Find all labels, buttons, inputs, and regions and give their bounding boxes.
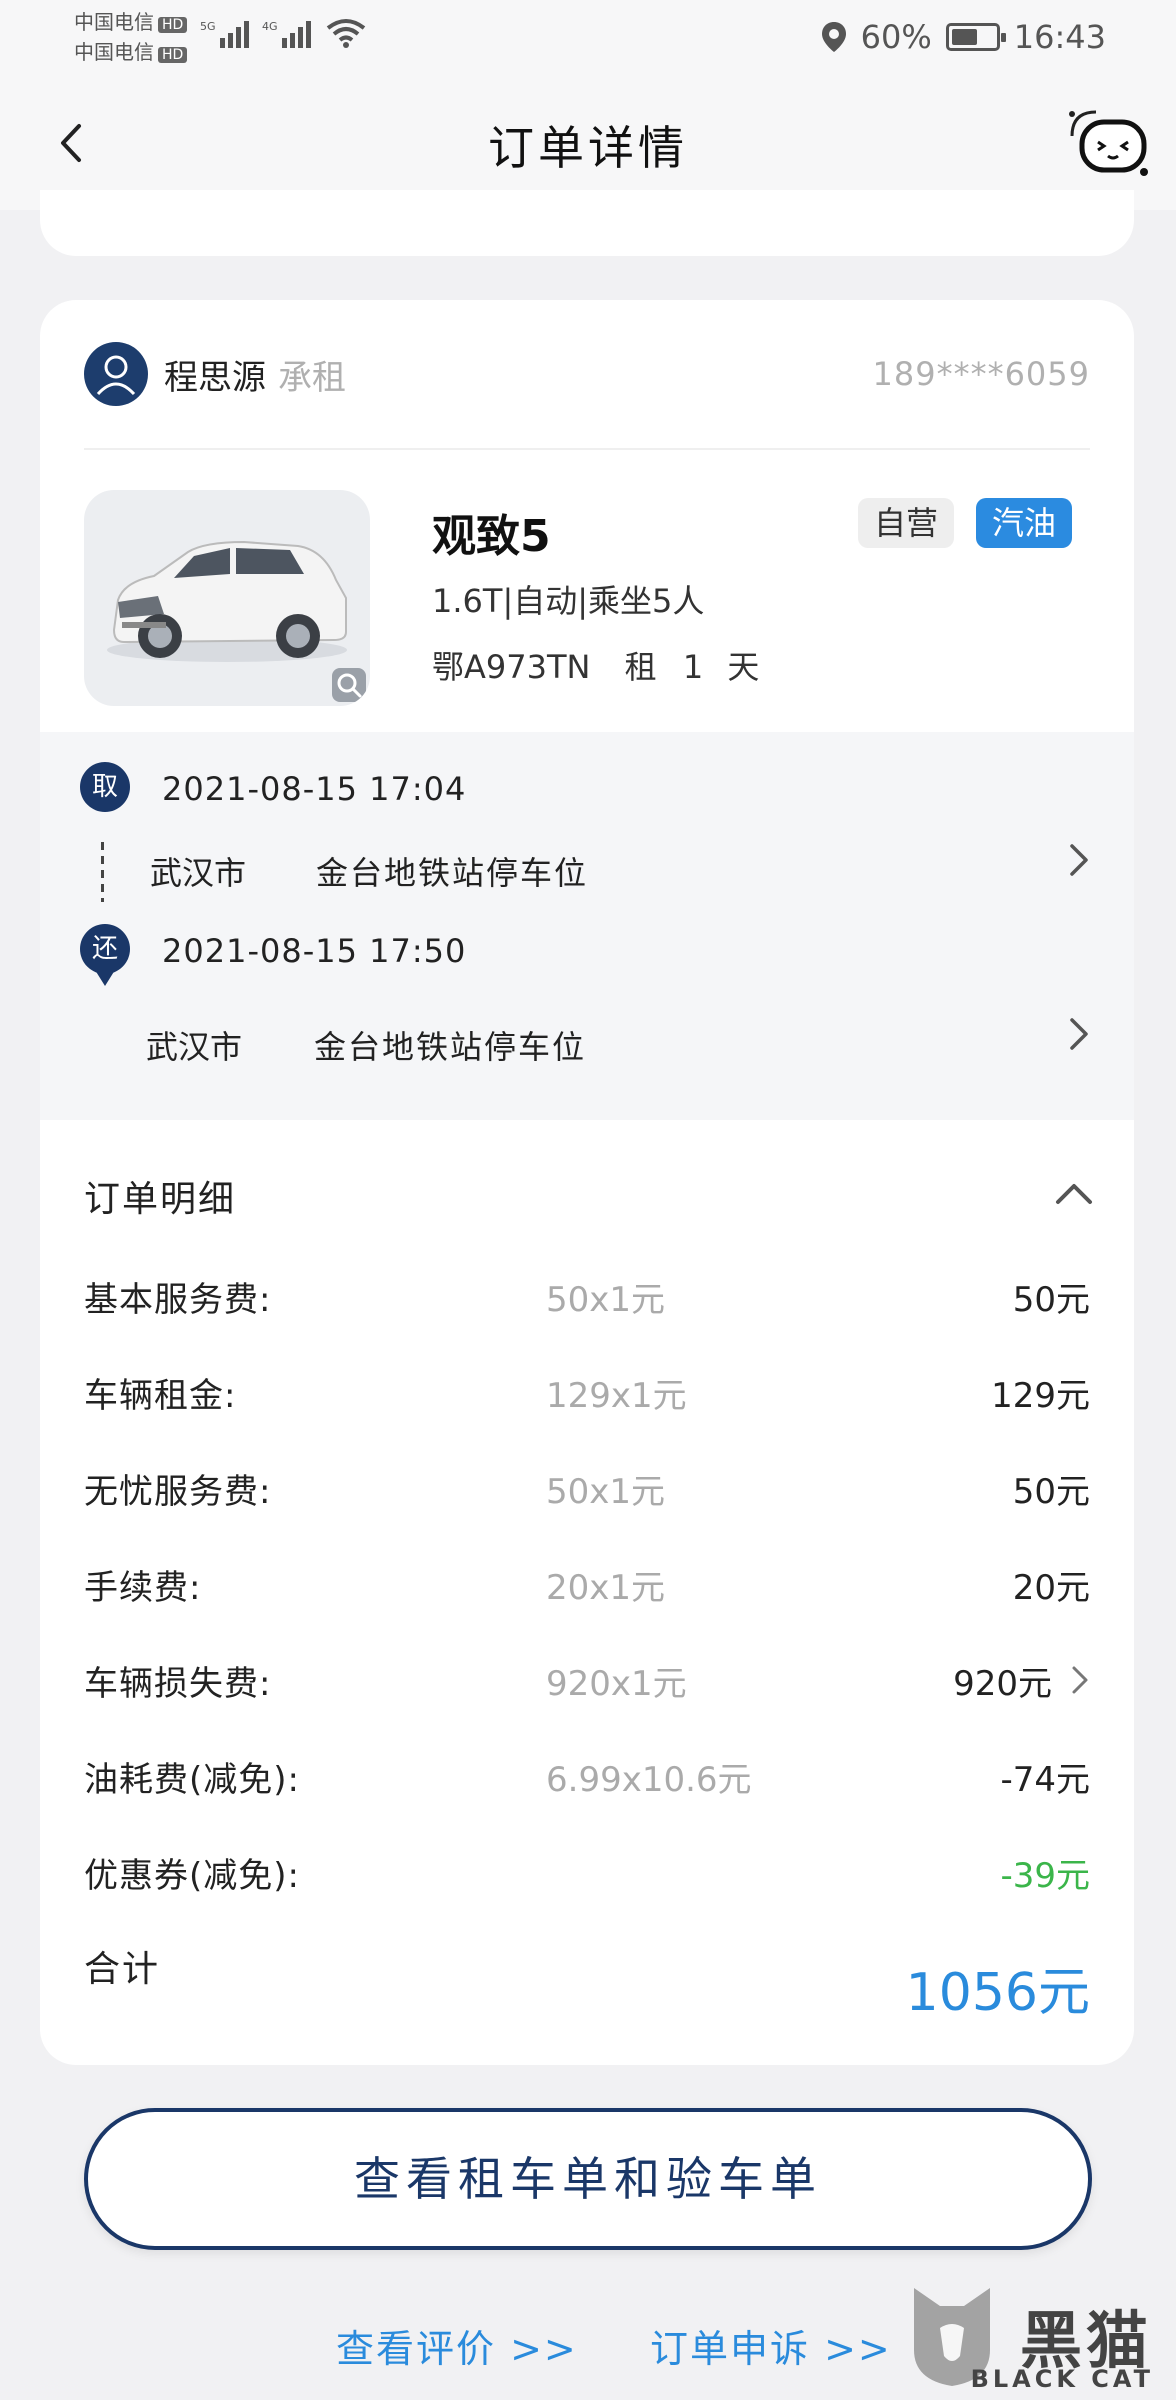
return-pin-tip: [95, 970, 115, 986]
view-rental-and-inspection-button[interactable]: 查看租车单和验车单: [84, 2108, 1092, 2250]
tag-self-operated: 自营: [858, 498, 955, 548]
total-label: 合计: [84, 1949, 161, 1990]
fee-amount: 50元: [1012, 1472, 1090, 1512]
user-icon: [96, 355, 136, 396]
fee-row: 车辆租金: 129x1元 129元: [84, 1368, 1090, 1418]
fee-row: 优惠券(减免): -39元: [84, 1848, 1090, 1898]
view-review-link[interactable]: 查看评价 >>: [336, 2318, 578, 2373]
status-bar: 中国电信 HD 中国电信 HD 5G 4G 60% 16:43: [0, 0, 1176, 80]
fee-label: 油耗费(减免):: [84, 1760, 300, 1800]
fee-formula: 6.99x10.6元: [546, 1760, 752, 1800]
chevron-right-icon[interactable]: [1070, 1664, 1090, 1696]
renter-row: 程思源 承租 189****6059: [84, 342, 1090, 406]
return-badge: 还: [80, 924, 130, 974]
fee-label: 车辆租金:: [84, 1376, 237, 1416]
hd-badge-2: HD: [158, 47, 188, 63]
carrier-2: 中国电信 HD: [74, 36, 188, 65]
total-amount: 1056元: [905, 1963, 1090, 2023]
fee-amount: 50元: [1012, 1280, 1090, 1320]
renter-name: 程思源: [164, 357, 266, 398]
carrier-2-label: 中国电信: [74, 40, 154, 64]
fee-amount: -39元: [1000, 1856, 1090, 1896]
pickup-time: 2021-08-15 17:04: [162, 770, 467, 808]
car-spec: 1.6T|自动|乘坐5人: [432, 582, 705, 620]
fee-row: 手续费: 20x1元 20元: [84, 1560, 1090, 1610]
pickup-place: 金台地铁站停车位: [316, 854, 589, 892]
carrier-1: 中国电信 HD: [74, 6, 188, 35]
fee-row: 油耗费(减免): 6.99x10.6元 -74元: [84, 1752, 1090, 1802]
page-title: 订单详情: [488, 121, 688, 175]
fee-label: 车辆损失费:: [84, 1664, 272, 1704]
route-section: 取 2021-08-15 17:04 武汉市 金台地铁站停车位 还 2021-0…: [40, 732, 1134, 1120]
divider: [84, 448, 1090, 450]
fee-formula: 920x1元: [546, 1664, 687, 1704]
battery-percent: 60%: [860, 18, 932, 56]
fee-row: 基本服务费: 50x1元 50元: [84, 1272, 1090, 1322]
fee-label: 优惠券(减免):: [84, 1856, 300, 1896]
chevron-right-icon[interactable]: [1064, 840, 1094, 880]
fee-formula: 50x1元: [546, 1280, 666, 1320]
fee-formula: 50x1元: [546, 1472, 666, 1512]
fee-label: 手续费:: [84, 1568, 202, 1608]
net-2-label: 4G: [262, 20, 278, 33]
return-city: 武汉市: [146, 1028, 243, 1066]
rent-unit: 天: [727, 648, 760, 686]
fee-formula: 20x1元: [546, 1568, 666, 1608]
clock: 16:43: [1013, 18, 1106, 56]
watermark-sub: BLACK CAT: [970, 2365, 1154, 2393]
net-1-label: 5G: [200, 20, 216, 33]
fee-formula: 129x1元: [546, 1376, 687, 1416]
fee-label: 无忧服务费:: [84, 1472, 272, 1512]
fee-amount: 20元: [1012, 1568, 1090, 1608]
car-name: 观致5: [432, 511, 551, 562]
car-image[interactable]: [84, 490, 370, 706]
pickup-city: 武汉市: [150, 854, 247, 892]
renter-role: 承租: [278, 357, 346, 398]
order-card: 程思源 承租 189****6059 观致5 自营 汽油 1.6T|自动|乘坐5…: [40, 300, 1134, 2065]
fee-label: 基本服务费:: [84, 1280, 272, 1320]
hd-badge: HD: [158, 17, 188, 33]
fee-row: 无忧服务费: 50x1元 50元: [84, 1464, 1090, 1514]
location-icon: [821, 22, 846, 52]
wifi-icon: [326, 19, 366, 48]
status-right: 60% 16:43: [821, 18, 1106, 56]
fee-amount: 920元: [953, 1664, 1052, 1704]
signal-5g-icon: 5G: [200, 20, 249, 48]
tag-fuel-type: 汽油: [976, 498, 1073, 548]
route-dash-line: [101, 842, 104, 902]
car-photo: [107, 540, 347, 662]
battery-fill: [951, 29, 977, 45]
return-place: 金台地铁站停车位: [314, 1028, 587, 1066]
battery-icon: [945, 23, 1006, 51]
carrier-1-label: 中国电信: [74, 10, 154, 34]
renter-phone[interactable]: 189****6059: [872, 355, 1090, 393]
plate-number: 鄂A973TN: [432, 648, 591, 686]
fee-amount: 129元: [991, 1376, 1090, 1416]
chevron-up-icon[interactable]: [1054, 1178, 1094, 1208]
return-time: 2021-08-15 17:50: [162, 932, 467, 970]
previous-card: [40, 190, 1134, 256]
order-detail-title: 订单明细: [84, 1179, 237, 1220]
pickup-badge: 取: [80, 762, 130, 812]
order-complaint-link[interactable]: 订单申诉 >>: [650, 2318, 892, 2373]
fee-amount: -74元: [1000, 1760, 1090, 1800]
rent-days: 1: [682, 648, 704, 686]
rent-label: 租: [624, 648, 657, 686]
avatar: [84, 342, 148, 406]
zoom-icon[interactable]: [332, 668, 366, 702]
car-plate-line: 鄂A973TN 租 1 天: [432, 642, 759, 688]
fee-row-damage[interactable]: 车辆损失费: 920x1元 920元: [84, 1656, 1090, 1706]
chevron-right-icon[interactable]: [1064, 1014, 1094, 1054]
customer-service-icon[interactable]: [1066, 106, 1150, 180]
signal-4g-icon: 4G: [262, 20, 311, 48]
